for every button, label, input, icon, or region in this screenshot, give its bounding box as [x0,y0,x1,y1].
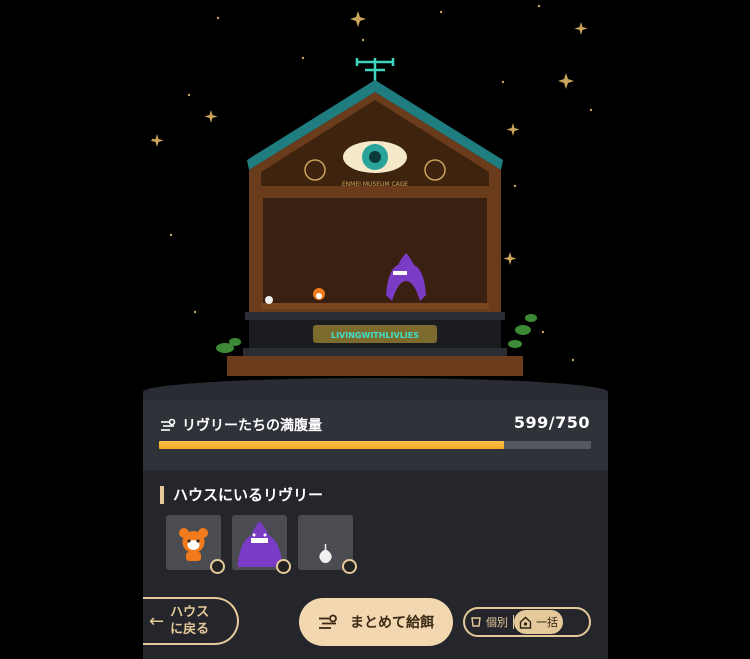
toggle-individual[interactable]: 個別 [465,610,513,634]
house-base [227,312,523,376]
house-header-text: ENMEI MUSEUM CAGE [342,181,408,188]
house-body [249,190,501,312]
satiety-bar-fill [159,441,505,449]
house-scene: ENMEI MUSEUM CAGE LIVINGWITHLIVLIES [150,4,593,376]
back-to-house-button[interactable]: ← ハウス に戻る [143,597,239,645]
food-badge-icon [342,559,357,574]
livly-thumb-purple[interactable] [232,515,291,574]
satiety-panel [143,400,608,470]
house-sign-text: LIVINGWITHLIVLIES [331,331,419,340]
toggle-bulk[interactable]: 一括 [514,610,563,634]
section-title-text: ハウスにいるリヴリー [173,486,324,504]
livly-thumb-bulb[interactable] [298,515,357,574]
house-icon [519,616,532,629]
section-accent-bar [160,485,164,504]
livly-thumb-orange[interactable] [166,515,225,574]
orange-livly-sprite [313,288,325,300]
food-badge-icon [210,559,225,574]
satiety-label-text: リヴリーたちの満腹量 [182,418,322,434]
antenna [355,58,395,82]
bulb-livly-sprite [265,296,273,304]
satiety-bar [159,441,591,449]
satiety-value: 599/750 [513,413,590,432]
livly-thumbnails [166,515,357,574]
satiety-lines-icon [161,418,176,431]
individual-icon [471,617,481,627]
bulk-feed-button[interactable]: まとめて給餌 [299,598,453,646]
feed-button-label: まとめて給餌 [350,615,434,631]
arrow-left-icon: ← [149,610,165,632]
app-screen: ENMEI MUSEUM CAGE LIVINGWITHLIVLIES リヴリー… [143,0,608,659]
back-button-label: ハウス に戻る [170,605,210,637]
food-badge-icon [276,559,291,574]
house-roof [247,80,503,190]
feed-lines-icon [319,614,337,629]
satiety-label: リヴリーたちの満腹量 [160,415,322,435]
feed-mode-toggle: 個別 一括 [463,607,591,637]
section-title: ハウスにいるリヴリー [160,484,323,505]
